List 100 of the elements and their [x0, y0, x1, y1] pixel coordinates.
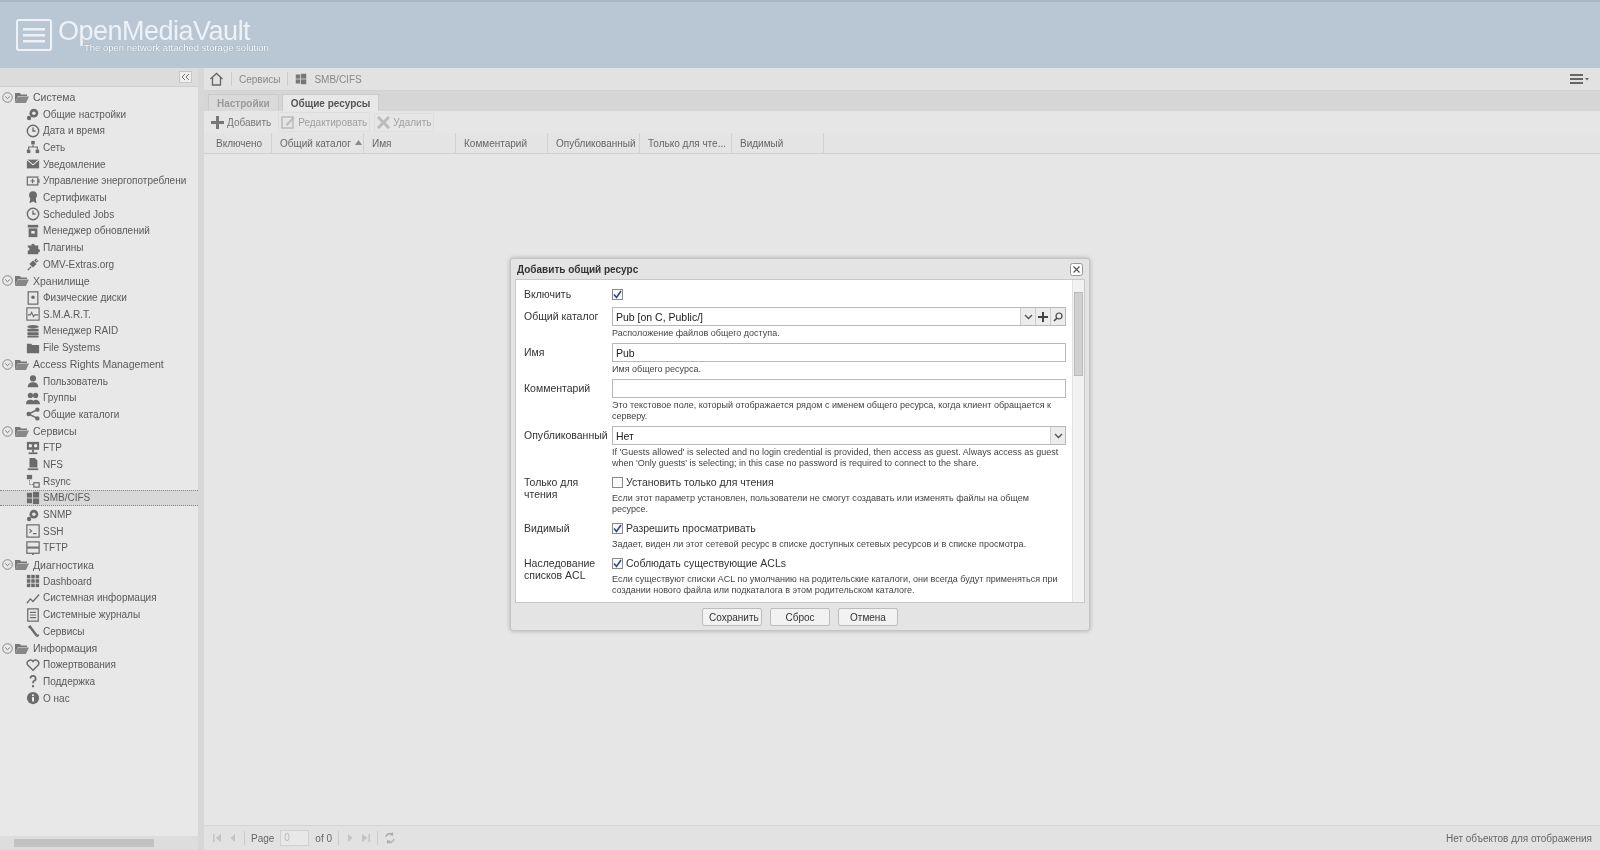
sidebar-item[interactable]: TFTP: [0, 539, 198, 557]
sidebar-item[interactable]: Менеджер обновлений: [0, 222, 198, 240]
page-count: of 0: [315, 832, 333, 844]
terminal-icon: [26, 524, 40, 539]
column-header[interactable]: Общий каталог: [280, 137, 351, 149]
folder-icon: [15, 91, 29, 103]
sidebar-item[interactable]: S.M.A.R.T.: [0, 305, 198, 323]
search-icon[interactable]: [1053, 311, 1063, 322]
sidebar-group[interactable]: Система: [33, 91, 76, 104]
field-label: Опубликованный: [524, 428, 609, 443]
refresh-icon[interactable]: [384, 832, 397, 844]
column-header[interactable]: Комментарий: [464, 137, 527, 149]
sidebar-item[interactable]: Пользователь: [0, 372, 198, 390]
collapse-icon[interactable]: [2, 275, 13, 287]
collapse-icon[interactable]: [2, 358, 13, 370]
logo-title: OpenMediaVault: [58, 17, 251, 45]
dialog-button[interactable]: Отмена: [838, 608, 898, 626]
status-text: Нет объектов для отображения: [1445, 832, 1592, 844]
page-label: Page: [251, 832, 275, 844]
collapse-button[interactable]: [179, 71, 192, 83]
input-field[interactable]: [612, 379, 1066, 398]
monitor-icon: [26, 440, 40, 455]
collapse-icon[interactable]: [2, 91, 13, 103]
sidebar-item[interactable]: Сертификаты: [0, 189, 198, 206]
sidebar-group[interactable]: Диагностика: [33, 558, 94, 571]
tab[interactable]: Общие ресурсы: [281, 94, 380, 111]
sidebar-item[interactable]: FTP: [0, 439, 198, 457]
network-icon: [26, 140, 40, 155]
dialog-button[interactable]: Сброс: [770, 608, 830, 626]
clock-icon: [26, 207, 40, 222]
sidebar-item[interactable]: Rsync: [0, 472, 198, 490]
sidebar-group[interactable]: Access Rights Management: [33, 358, 164, 371]
sidebar-item[interactable]: Системная информация: [0, 589, 198, 607]
help-text: Если существуют списки ACL по умолчанию на родительские каталоги, они всегда будут применяться при создании нового файла или подкаталога в этом родительском каталоге.: [612, 574, 1059, 596]
checkbox-label[interactable]: Установить только для чтения: [626, 476, 774, 488]
sidebar-item[interactable]: SSH: [0, 522, 198, 540]
sidebar-item[interactable]: Пожертвования: [0, 656, 198, 674]
sidebar-item[interactable]: OMV-Extras.org: [0, 255, 198, 273]
folder-icon: [15, 358, 29, 370]
checkbox[interactable]: [612, 522, 623, 534]
sidebar-item[interactable]: SNMP: [0, 506, 198, 523]
previous-page-icon[interactable]: [228, 833, 238, 843]
sidebar-item[interactable]: File Systems: [0, 339, 198, 356]
horizontal-scrollbar[interactable]: [0, 836, 198, 850]
sidebar-item[interactable]: Уведомление: [0, 155, 198, 173]
field-label: Комментарий: [524, 381, 592, 396]
select-field[interactable]: Нет: [612, 426, 1066, 445]
pencil-icon: [281, 115, 296, 129]
sidebar-item[interactable]: Поддержка: [0, 673, 198, 690]
sidebar-group[interactable]: Сервисы: [33, 425, 77, 438]
sidebar-item[interactable]: Scheduled Jobs: [0, 205, 198, 223]
sidebar-item[interactable]: Общие настройки: [0, 105, 198, 123]
column-header[interactable]: Опубликованный: [556, 137, 636, 149]
database-icon: [26, 323, 40, 338]
sidebar-group[interactable]: Информация: [33, 642, 98, 655]
battery-icon: [26, 173, 40, 188]
sidebar-item[interactable]: Группы: [0, 389, 198, 407]
user-icon: [26, 374, 40, 389]
sidebar-item[interactable]: SMB/CIFS: [0, 489, 198, 507]
column-header[interactable]: Только для чте...: [648, 137, 726, 149]
sidebar-item[interactable]: Менеджер RAID: [0, 322, 198, 340]
checkbox[interactable]: [612, 288, 623, 300]
sidebar-item[interactable]: Dashboard: [0, 572, 198, 590]
column-header[interactable]: Включено: [216, 137, 263, 149]
dialog-button[interactable]: Сохранить: [702, 608, 762, 626]
sidebar-item[interactable]: Общие каталоги: [0, 406, 198, 423]
last-page-icon[interactable]: [361, 833, 372, 843]
collapse-icon[interactable]: [2, 559, 13, 571]
column-header[interactable]: Имя: [372, 137, 392, 149]
sidebar-item[interactable]: Управление энергопотреблени: [0, 172, 198, 190]
vertical-scrollbar[interactable]: [1072, 280, 1084, 602]
collapse-icon[interactable]: [2, 642, 13, 654]
cross-icon: [377, 115, 391, 129]
sidebar-item[interactable]: Плагины: [0, 239, 198, 256]
first-page-icon[interactable]: [212, 833, 222, 843]
checkbox[interactable]: [612, 557, 623, 569]
sidebar-item[interactable]: О нас: [0, 689, 198, 707]
checkbox[interactable]: [612, 476, 623, 488]
combo-field[interactable]: Pub [on C, Public/]: [612, 307, 1066, 326]
menu-icon[interactable]: [1570, 73, 1590, 85]
sidebar-item[interactable]: Дата и время: [0, 122, 198, 140]
close-icon[interactable]: [1070, 262, 1083, 276]
checkbox-label[interactable]: Разрешить просматривать: [626, 522, 756, 534]
help-text: If 'Guests allowed' is selected and no login credential is provided, then access as guest. Always access as guest when 'Only guests' is selecting; in this case no password is required to connect to the share.: [612, 447, 1060, 469]
folder-icon: [15, 559, 29, 571]
sidebar-item[interactable]: Физические диски: [0, 289, 198, 306]
sidebar-group[interactable]: Хранилище: [33, 274, 90, 287]
checkbox-label[interactable]: Соблюдать существующие ACLs: [626, 557, 786, 569]
sidebar-item[interactable]: NFS: [0, 456, 198, 473]
plus-icon[interactable]: [1038, 311, 1048, 322]
sidebar-item[interactable]: Сеть: [0, 139, 198, 156]
toolbar-button[interactable]: Добавить: [208, 112, 275, 132]
sidebar-item[interactable]: Сервисы: [0, 623, 198, 640]
sidebar-item[interactable]: Системные журналы: [0, 606, 198, 623]
collapse-icon[interactable]: [2, 425, 13, 437]
column-header[interactable]: Видимый: [740, 137, 784, 149]
folder-icon: [15, 642, 29, 654]
input-field[interactable]: Pub: [612, 343, 1066, 362]
home-icon[interactable]: [209, 72, 224, 86]
clock-icon: [26, 123, 40, 138]
